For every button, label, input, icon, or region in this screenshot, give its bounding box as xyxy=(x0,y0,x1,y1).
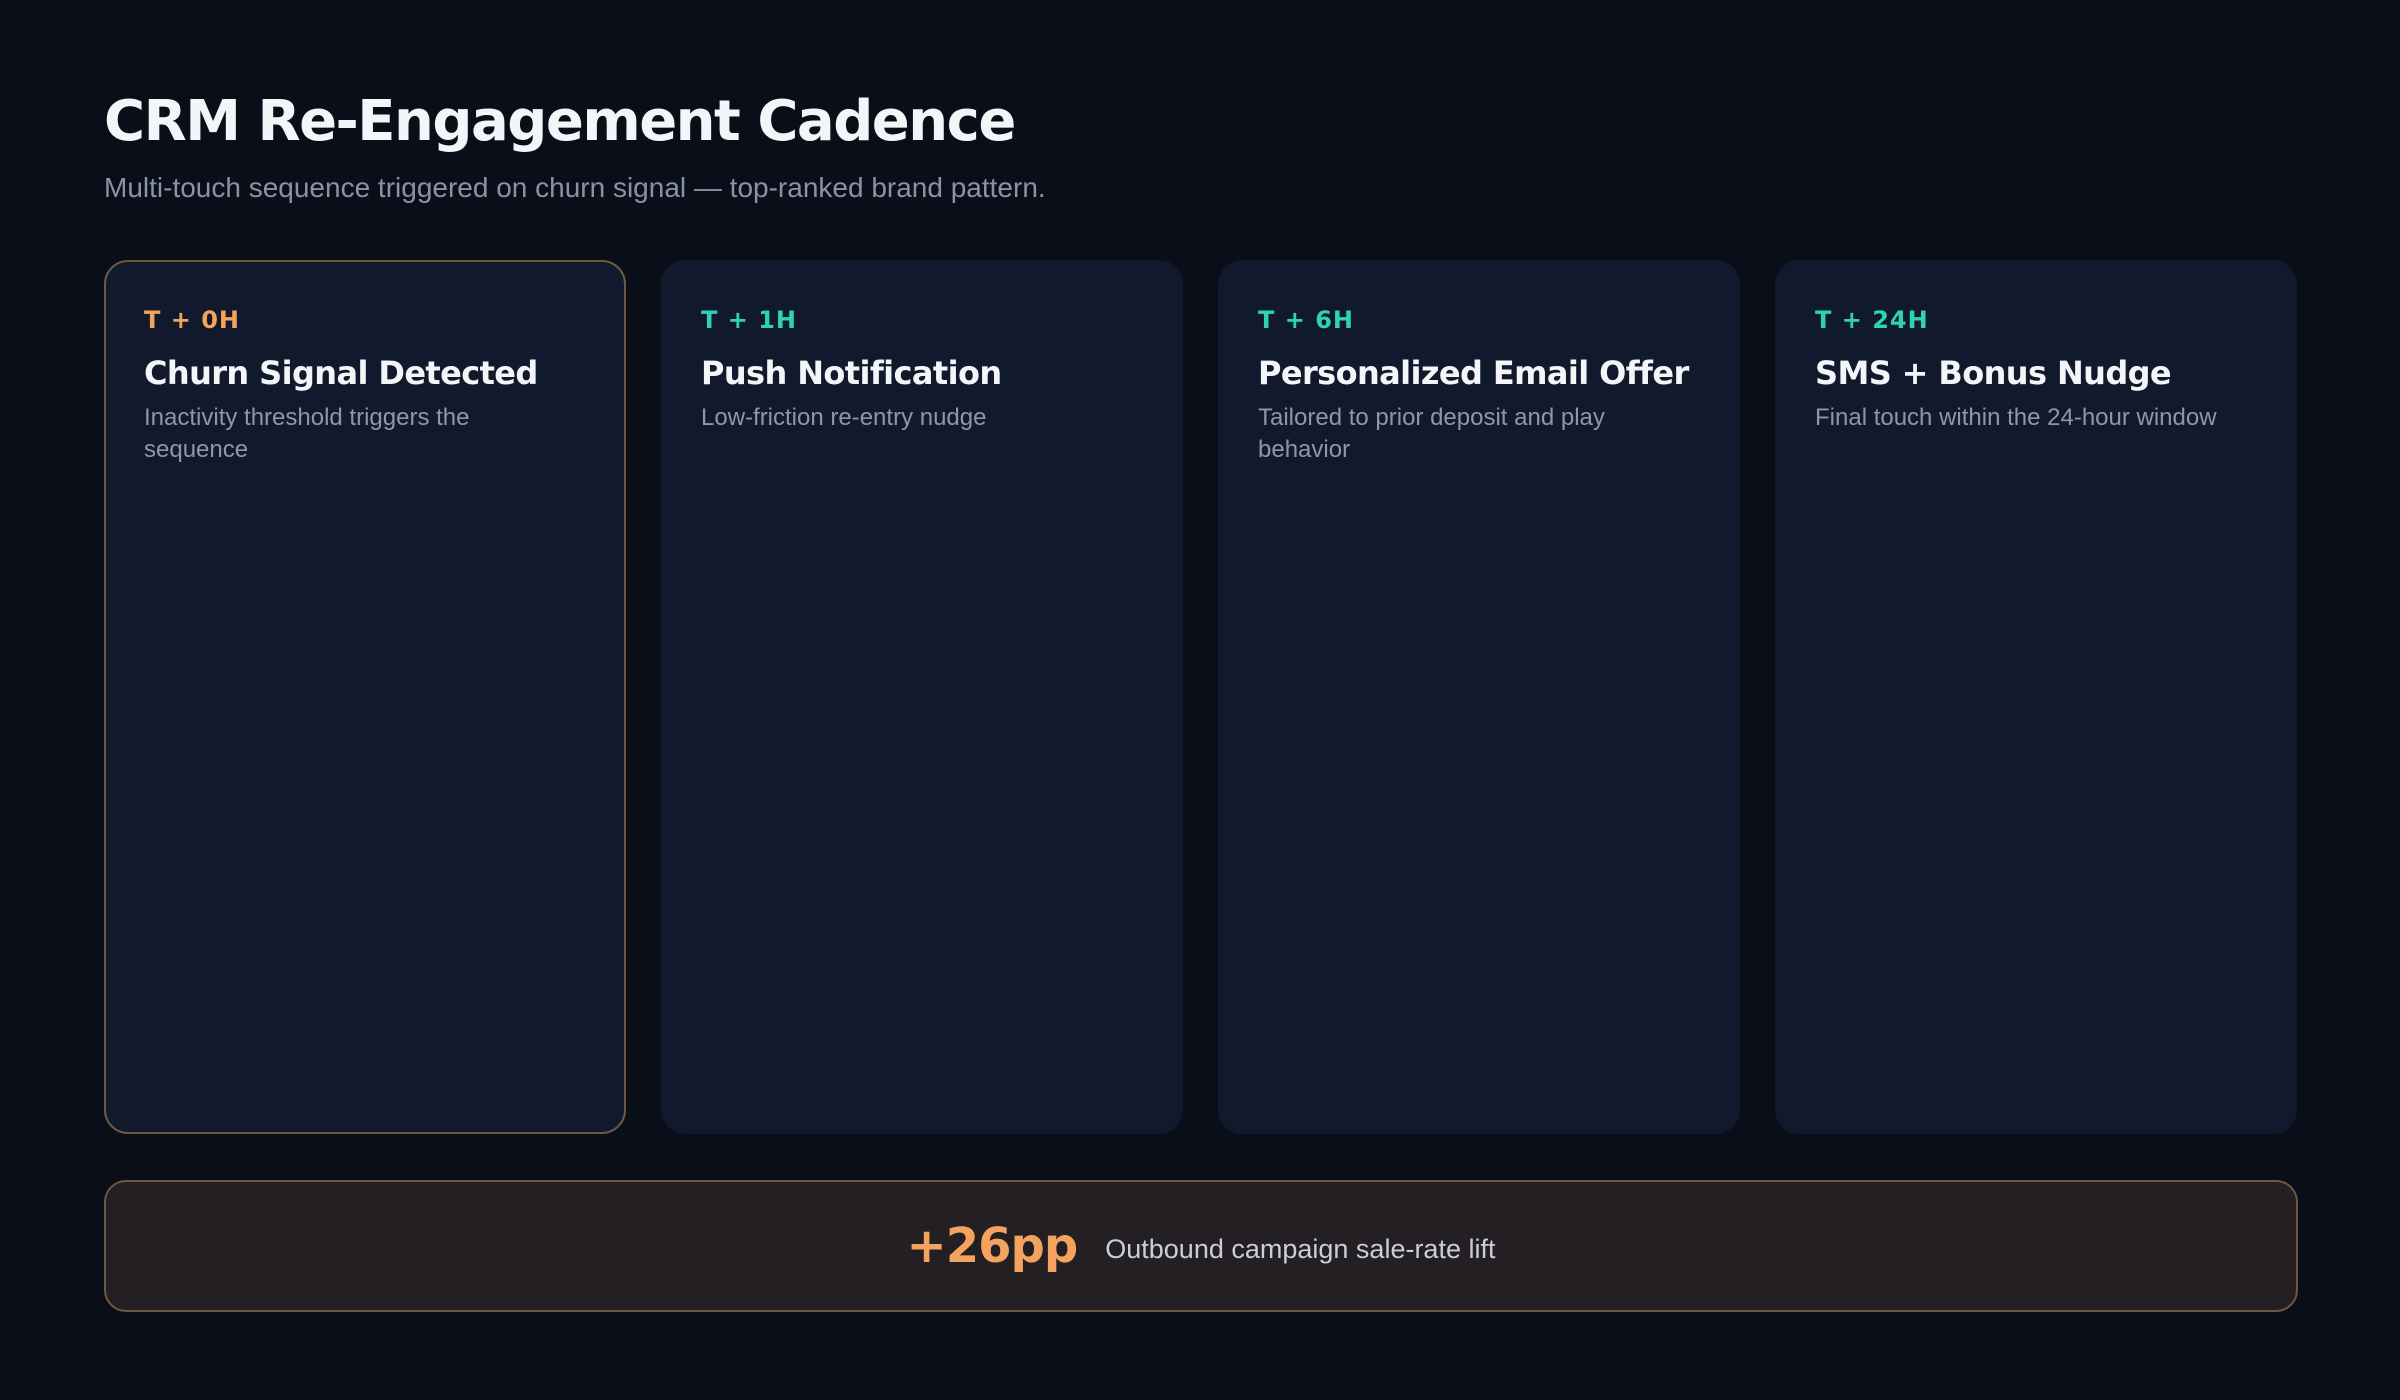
step-title: Personalized Email Offer xyxy=(1258,354,1689,392)
step-time-label: T + 24H xyxy=(1815,306,1929,334)
step-card-churn-signal: T + 0H Churn Signal Detected Inactivity … xyxy=(104,260,626,1134)
result-label: Outbound campaign sale-rate lift xyxy=(1105,1233,1496,1264)
step-title: Churn Signal Detected xyxy=(144,354,538,392)
step-description: Final touch within the 24-hour window xyxy=(1815,404,2217,431)
step-time-label: T + 6H xyxy=(1258,306,1354,334)
step-card-push-notification: T + 1H Push Notification Low-friction re… xyxy=(661,260,1183,1134)
cadence-steps: T + 0H Churn Signal Detected Inactivity … xyxy=(104,260,2297,1134)
step-card-sms-bonus: T + 24H SMS + Bonus Nudge Final touch wi… xyxy=(1775,260,2297,1134)
result-banner: +26pp Outbound campaign sale-rate lift xyxy=(104,1180,2298,1312)
result-value: +26pp xyxy=(906,1218,1079,1274)
step-time-label: T + 0H xyxy=(144,306,240,334)
page-title: CRM Re-Engagement Cadence xyxy=(104,89,1016,154)
step-description: Tailored to prior deposit and play behav… xyxy=(1258,404,1605,463)
step-title: Push Notification xyxy=(701,354,1002,392)
step-description: Low-friction re-entry nudge xyxy=(701,404,987,431)
step-description: Inactivity threshold triggers the sequen… xyxy=(144,404,470,463)
step-card-email-offer: T + 6H Personalized Email Offer Tailored… xyxy=(1218,260,1740,1134)
page-subtitle: Multi-touch sequence triggered on churn … xyxy=(104,172,1046,203)
step-title: SMS + Bonus Nudge xyxy=(1815,354,2172,392)
step-time-label: T + 1H xyxy=(701,306,797,334)
